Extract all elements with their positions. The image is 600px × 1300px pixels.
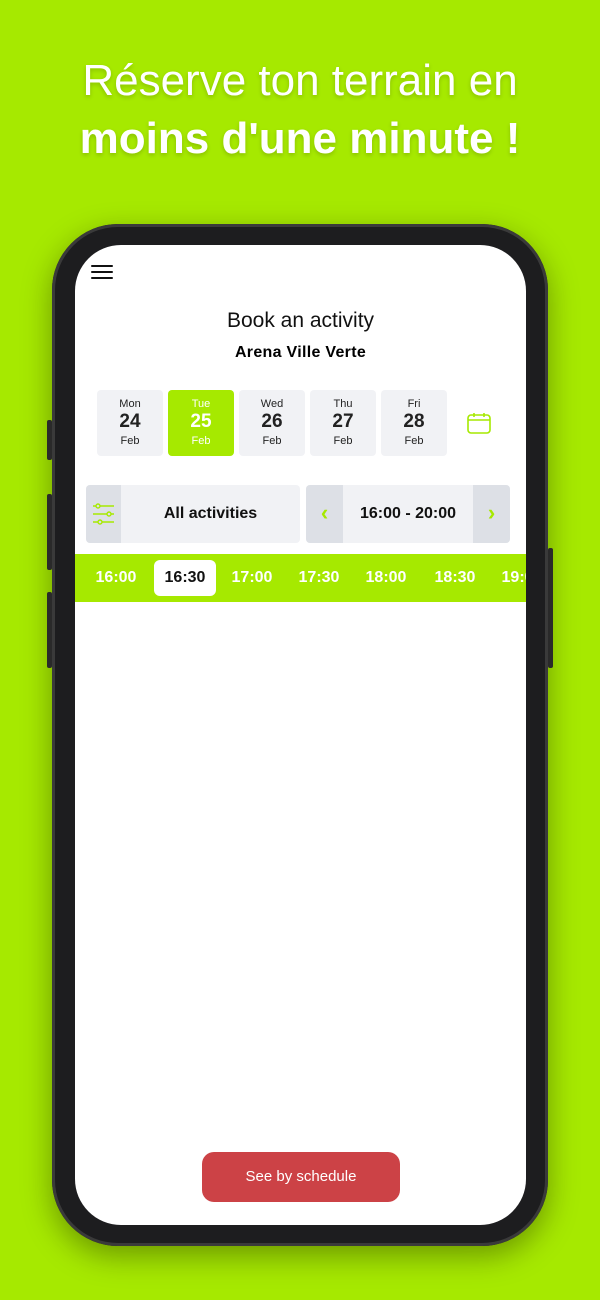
date-day: 26 xyxy=(261,411,283,432)
date-month: Feb xyxy=(191,435,211,447)
app-screen: Book an activity Arena Ville Verte Mon 2… xyxy=(75,245,526,1225)
date-month: Feb xyxy=(333,435,353,447)
activity-filter[interactable]: All activities xyxy=(86,485,300,543)
date-dow: Thu xyxy=(333,398,353,410)
time-range-label: 16:00 - 20:00 xyxy=(359,505,457,522)
chevron-right-icon[interactable]: › xyxy=(473,485,510,543)
phone-power-button xyxy=(548,548,553,668)
sliders-icon[interactable] xyxy=(86,485,121,543)
date-day: 28 xyxy=(403,411,425,432)
date-tile-tue-selected[interactable]: Tue 25 Feb xyxy=(168,390,234,456)
time-slot[interactable]: 16:00 xyxy=(85,560,147,596)
date-tile-thu[interactable]: Thu 27 Feb xyxy=(310,390,376,456)
phone-mute-switch xyxy=(47,420,52,460)
date-dow: Mon xyxy=(119,398,141,410)
time-slot-selected[interactable]: 16:30 xyxy=(154,560,216,596)
phone-volume-down xyxy=(47,592,52,668)
time-slot[interactable]: 17:30 xyxy=(288,560,350,596)
promo-line-2: moins d'une minute ! xyxy=(79,114,521,163)
date-tile-wed[interactable]: Wed 26 Feb xyxy=(239,390,305,456)
time-slot[interactable]: 19:00 xyxy=(491,560,526,596)
date-tile-mon[interactable]: Mon 24 Feb xyxy=(97,390,163,456)
date-dow: Tue xyxy=(191,398,211,410)
date-day: 25 xyxy=(190,411,212,432)
hamburger-menu-icon[interactable] xyxy=(91,265,113,281)
promo-line-1: Réserve ton terrain en xyxy=(82,56,518,105)
venue-name: Arena Ville Verte xyxy=(234,344,367,361)
date-month: Feb xyxy=(404,435,424,447)
filter-label: All activities xyxy=(163,505,258,522)
time-slot[interactable]: 17:00 xyxy=(221,560,283,596)
phone-volume-up xyxy=(47,494,52,570)
date-day: 27 xyxy=(332,411,354,432)
time-slot[interactable]: 18:00 xyxy=(355,560,417,596)
date-day: 24 xyxy=(119,411,141,432)
date-dow: Fri xyxy=(407,398,421,410)
time-slot-strip[interactable]: 16:00 16:30 17:00 17:30 18:00 18:30 19:0… xyxy=(75,554,526,602)
time-slot[interactable]: 18:30 xyxy=(424,560,486,596)
date-month: Feb xyxy=(120,435,140,447)
page-title: Book an activity xyxy=(226,309,375,332)
date-dow: Wed xyxy=(260,398,284,410)
promo-headline: Réserve ton terrain en moins d'une minut… xyxy=(0,52,600,168)
chevron-left-icon[interactable]: ‹ xyxy=(306,485,343,543)
time-range-selector: ‹ 16:00 - 20:00 › xyxy=(306,485,510,543)
see-by-schedule-button[interactable]: See by schedule xyxy=(202,1152,400,1202)
calendar-icon[interactable] xyxy=(467,412,491,434)
date-tile-fri[interactable]: Fri 28 Feb xyxy=(381,390,447,456)
date-month: Feb xyxy=(262,435,282,447)
